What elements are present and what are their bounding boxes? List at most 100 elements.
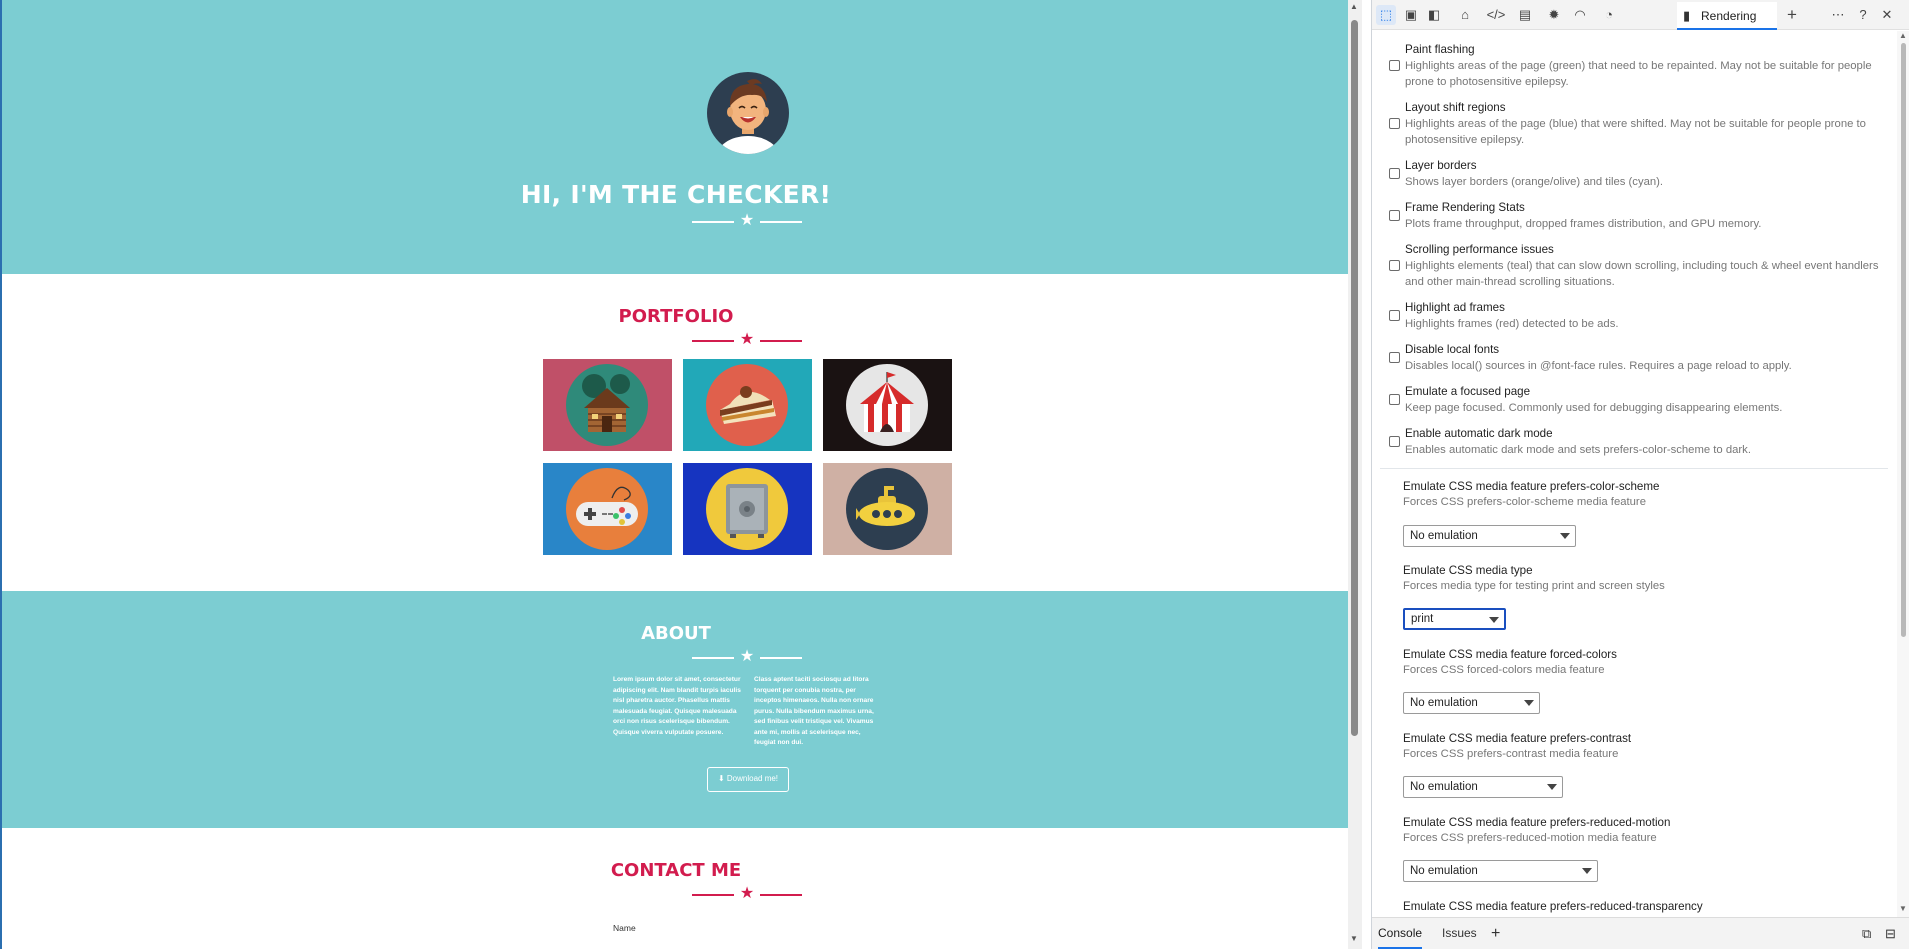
dock-drawer-icon[interactable]: ⧉	[1862, 918, 1871, 949]
network-icon[interactable]: ◠	[1570, 5, 1590, 25]
bug-icon[interactable]: ✹	[1544, 5, 1564, 25]
emulation-desc: Forces media type for testing print and …	[1403, 580, 1665, 592]
emulation-media-type: Emulate CSS media type Forces media type…	[1403, 564, 1893, 592]
emulation-title: Emulate CSS media feature prefers-color-…	[1403, 480, 1660, 493]
download-button-label: Download me!	[726, 774, 779, 783]
inspect-icon[interactable]: ⬚	[1376, 5, 1396, 25]
rendering-icon: ▮	[1683, 8, 1691, 23]
elements-icon[interactable]: </>	[1486, 5, 1506, 25]
portfolio-title: PORTFOLIO	[618, 306, 734, 327]
checkbox-disable-local-fonts[interactable]	[1389, 352, 1400, 363]
scrollbar-thumb[interactable]	[1351, 20, 1358, 736]
help-icon[interactable]: ?	[1853, 5, 1873, 25]
download-button[interactable]: ⬇ Download me!	[707, 767, 789, 792]
emulation-prefers-contrast: Emulate CSS media feature prefers-contra…	[1403, 732, 1893, 760]
rendering-panel: Paint flashing Highlights areas of the p…	[1372, 31, 1897, 917]
contact-title: CONTACT ME	[610, 860, 742, 881]
portfolio-item-game[interactable]	[543, 463, 672, 555]
option-desc: Disables local() sources in @font-face r…	[1405, 360, 1792, 372]
portfolio-item-circus[interactable]	[823, 359, 952, 451]
console-icon[interactable]: ▤	[1515, 5, 1535, 25]
checkbox-highlight-ad-frames[interactable]	[1389, 310, 1400, 321]
star-icon: ★	[739, 331, 755, 348]
checkbox-layout-shift-regions[interactable]	[1389, 118, 1400, 129]
device-toggle-icon[interactable]: ▣	[1401, 5, 1421, 25]
devtools-scrollbar[interactable]: ▲ ▼	[1897, 31, 1909, 917]
option-desc: Shows layer borders (orange/olive) and t…	[1405, 176, 1664, 188]
website-viewport[interactable]: HI, I'M THE CHECKER! ★ PORTFOLIO ★ ABOUT…	[0, 0, 1348, 949]
close-icon[interactable]: ✕	[1877, 5, 1897, 25]
media-type-select[interactable]: print	[1403, 608, 1506, 630]
add-drawer-tab-icon[interactable]: +	[1491, 918, 1500, 949]
scroll-up-arrow-icon[interactable]: ▲	[1350, 2, 1358, 11]
checkbox-frame-rendering-stats[interactable]	[1389, 210, 1400, 221]
portfolio-divider: ★	[692, 331, 802, 349]
option-desc: Highlights frames (red) detected to be a…	[1405, 318, 1619, 330]
dock-icon[interactable]: ◧	[1424, 5, 1444, 25]
plus-icon[interactable]: +	[1782, 5, 1802, 25]
chevron-down-icon	[1524, 700, 1534, 706]
chevron-down-icon	[1489, 617, 1499, 623]
emulation-title: Emulate CSS media feature forced-colors	[1403, 648, 1617, 661]
name-label: Name	[613, 923, 636, 933]
contact-divider: ★	[692, 885, 802, 903]
tab-rendering[interactable]: ▮ Rendering	[1677, 2, 1777, 30]
performance-icon[interactable]: ◔	[1599, 5, 1619, 25]
scrollbar-thumb[interactable]	[1901, 43, 1906, 637]
option-desc: Plots frame throughput, dropped frames d…	[1405, 218, 1762, 230]
tab-issues[interactable]: Issues	[1442, 918, 1477, 949]
emulation-desc: Forces CSS forced-colors media feature	[1403, 664, 1605, 676]
tab-console[interactable]: Console	[1378, 918, 1423, 949]
checkbox-emulate-focused-page[interactable]	[1389, 394, 1400, 405]
star-icon: ★	[739, 885, 755, 902]
select-value: No emulation	[1410, 781, 1478, 793]
close-drawer-icon[interactable]: ⊟	[1885, 918, 1896, 949]
checkbox-automatic-dark-mode[interactable]	[1389, 436, 1400, 447]
about-text-left: Lorem ipsum dolor sit amet, consectetur …	[613, 676, 741, 736]
scroll-down-arrow-icon[interactable]: ▼	[1350, 934, 1358, 943]
scroll-down-arrow-icon[interactable]: ▼	[1899, 904, 1907, 913]
circus-tent-icon	[846, 364, 928, 446]
prefers-color-scheme-select[interactable]: No emulation	[1403, 525, 1576, 547]
emulation-desc: Forces CSS prefers-reduced-motion media …	[1403, 832, 1657, 844]
portfolio-item-cabin[interactable]	[543, 359, 672, 451]
checkbox-scrolling-performance-issues[interactable]	[1389, 260, 1400, 271]
option-title: Scrolling performance issues	[1405, 243, 1554, 256]
select-value: No emulation	[1410, 865, 1478, 877]
select-value: print	[1411, 613, 1434, 625]
hero-section	[2, 0, 1348, 274]
option-title: Paint flashing	[1405, 43, 1475, 56]
hero-divider: ★	[692, 212, 802, 230]
checkbox-layer-borders[interactable]	[1389, 168, 1400, 179]
scroll-up-arrow-icon[interactable]: ▲	[1899, 31, 1907, 40]
home-icon[interactable]: ⌂	[1455, 5, 1475, 25]
portfolio-item-safe[interactable]	[683, 463, 812, 555]
checkbox-paint-flashing[interactable]	[1389, 60, 1400, 71]
option-desc: Highlights elements (teal) that can slow…	[1405, 260, 1879, 288]
portfolio-item-cake[interactable]	[683, 359, 812, 451]
option-desc: Keep page focused. Commonly used for deb…	[1405, 402, 1783, 414]
option-title: Disable local fonts	[1405, 343, 1500, 356]
gamepad-icon	[566, 468, 648, 550]
portfolio-item-submarine[interactable]	[823, 463, 952, 555]
emulation-title: Emulate CSS media feature prefers-reduce…	[1403, 816, 1671, 829]
submarine-icon	[846, 468, 928, 550]
emulation-forced-colors: Emulate CSS media feature forced-colors …	[1403, 648, 1893, 676]
prefers-contrast-select[interactable]: No emulation	[1403, 776, 1563, 798]
chevron-down-icon	[1547, 784, 1557, 790]
more-icon[interactable]: ⋯	[1828, 5, 1848, 25]
devtools-panel: ⬚ ▣ ◧ ⌂ </> ▤ ✹ ◠ ◔ ▮ Rendering + ⋯ ? ✕ …	[1371, 0, 1909, 949]
section-divider	[1380, 468, 1888, 469]
website-scrollbar[interactable]: ▲ ▼	[1348, 0, 1362, 949]
about-divider: ★	[692, 648, 802, 666]
prefers-reduced-motion-select[interactable]: No emulation	[1403, 860, 1598, 882]
option-desc: Highlights areas of the page (green) tha…	[1405, 60, 1872, 88]
emulation-prefers-color-scheme: Emulate CSS media feature prefers-color-…	[1403, 480, 1893, 508]
about-title: ABOUT	[641, 623, 711, 644]
star-icon: ★	[739, 212, 755, 229]
about-text-right: Class aptent taciti sociosqu ad litora t…	[754, 676, 874, 746]
emulation-prefers-reduced-motion: Emulate CSS media feature prefers-reduce…	[1403, 816, 1893, 844]
cabin-icon	[566, 364, 648, 446]
forced-colors-select[interactable]: No emulation	[1403, 692, 1540, 714]
chevron-down-icon	[1560, 533, 1570, 539]
